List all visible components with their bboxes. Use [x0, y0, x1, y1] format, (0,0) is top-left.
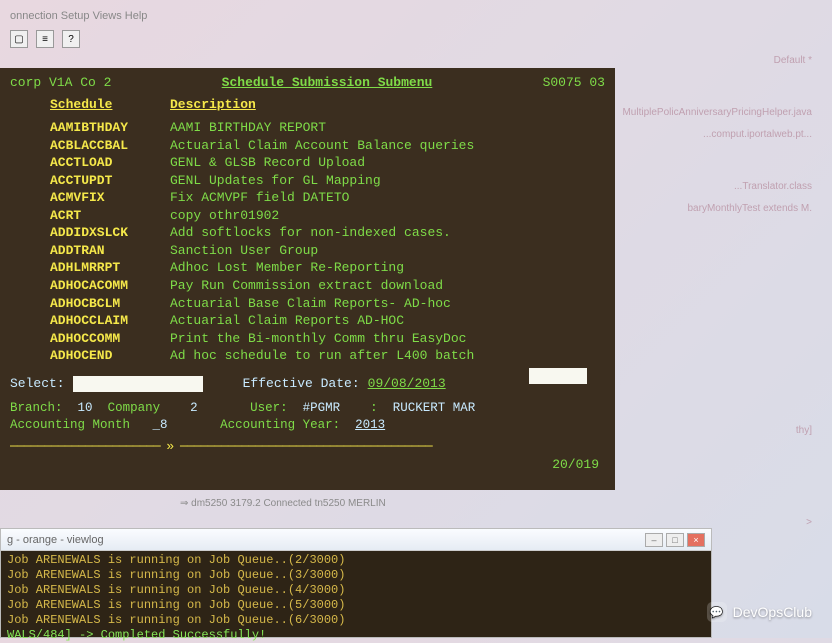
log-line: Job ARENEWALS is running on Job Queue..(… — [7, 583, 705, 598]
schedule-desc: Add softlocks for non-indexed cases. — [170, 224, 451, 242]
log-body[interactable]: Job ARENEWALS is running on Job Queue..(… — [1, 551, 711, 637]
company-value: 2 — [190, 401, 198, 415]
schedule-list: AAMIBTHDAYAAMI BIRTHDAY REPORTACBLACCBAL… — [50, 119, 605, 365]
log-success: WALS/484] -> Completed Successfully! — [7, 628, 705, 643]
system-id: corp V1A Co 2 — [10, 74, 111, 92]
company-label: Company — [108, 401, 161, 415]
column-headers: Schedule Description — [10, 96, 605, 114]
user-label: User: — [250, 401, 288, 415]
divider: ────────────────────── » ───────────────… — [10, 438, 605, 456]
chat-icon: 💬 — [707, 602, 727, 622]
more-indicator — [529, 368, 587, 384]
minimize-button[interactable]: – — [645, 533, 663, 547]
header-schedule: Schedule — [50, 96, 170, 114]
schedule-desc: Actuarial Base Claim Reports- AD-hoc — [170, 295, 451, 313]
schedule-code: ACRT — [50, 207, 170, 225]
schedule-code: ADHOCACOMM — [50, 277, 170, 295]
schedule-row[interactable]: ACCTLOADGENL & GLSB Record Upload — [50, 154, 605, 172]
acctmonth-label: Accounting Month — [10, 418, 130, 432]
close-button[interactable]: × — [687, 533, 705, 547]
screen-title: Schedule Submission Submenu — [222, 74, 433, 92]
schedule-desc: Sanction User Group — [170, 242, 318, 260]
log-window-title: g - orange - viewlog — [7, 534, 104, 546]
maximize-button[interactable]: □ — [666, 533, 684, 547]
schedule-row[interactable]: ADHOCACOMMPay Run Commission extract dow… — [50, 277, 605, 295]
effective-date-label: Effective Date: — [243, 375, 360, 393]
log-line: Job ARENEWALS is running on Job Queue..(… — [7, 568, 705, 583]
schedule-desc: Print the Bi-monthly Comm thru EasyDoc — [170, 330, 466, 348]
schedule-code: AAMIBTHDAY — [50, 119, 170, 137]
schedule-desc: Actuarial Claim Reports AD-HOC — [170, 312, 404, 330]
watermark: 💬 DevOpsClub — [707, 602, 812, 622]
toolbar-btn-1[interactable]: ▢ — [10, 30, 28, 48]
schedule-desc: AAMI BIRTHDAY REPORT — [170, 119, 326, 137]
log-line: Job ARENEWALS is running on Job Queue..(… — [7, 613, 705, 628]
terminal-window[interactable]: corp V1A Co 2 Schedule Submission Submen… — [0, 68, 615, 490]
schedule-row[interactable]: ADHOCCLAIMActuarial Claim Reports AD-HOC — [50, 312, 605, 330]
menubar[interactable]: onnection Setup Views Help — [10, 10, 147, 22]
cursor-position: 20/019 — [10, 456, 605, 474]
acctyear-value: 2013 — [355, 418, 385, 432]
branch-label: Branch: — [10, 401, 63, 415]
schedule-row[interactable]: ADDIDXSLCKAdd softlocks for non-indexed … — [50, 224, 605, 242]
schedule-code: ADHLMRRPT — [50, 259, 170, 277]
select-input[interactable] — [73, 376, 203, 392]
schedule-row[interactable]: ACMVFIXFix ACMVPF field DATETO — [50, 189, 605, 207]
schedule-code: ACMVFIX — [50, 189, 170, 207]
background-editor-text: Default * MultiplePolicAnniversaryPricin… — [622, 50, 812, 534]
schedule-row[interactable]: ACBLACCBALActuarial Claim Account Balanc… — [50, 137, 605, 155]
schedule-row[interactable]: ADHOCENDAd hoc schedule to run after L40… — [50, 347, 605, 365]
schedule-desc: Adhoc Lost Member Re-Reporting — [170, 259, 404, 277]
log-window-titlebar[interactable]: g - orange - viewlog – □ × — [1, 529, 711, 551]
select-line: Select: Effective Date: 09/08/2013 — [10, 375, 605, 393]
user-value: #PGMR — [303, 401, 341, 415]
schedule-code: ADHOCBCLM — [50, 295, 170, 313]
log-window: g - orange - viewlog – □ × Job ARENEWALS… — [0, 528, 712, 638]
schedule-desc: Actuarial Claim Account Balance queries — [170, 137, 474, 155]
effective-date-value[interactable]: 09/08/2013 — [368, 375, 446, 393]
toolbar-btn-2[interactable]: ≡ — [36, 30, 54, 48]
schedule-row[interactable]: ACCTUPDTGENL Updates for GL Mapping — [50, 172, 605, 190]
schedule-code: ADHOCCLAIM — [50, 312, 170, 330]
branch-value: 10 — [78, 401, 93, 415]
screen-code: S0075 03 — [543, 74, 605, 92]
header-description: Description — [170, 96, 256, 114]
schedule-desc: Pay Run Commission extract download — [170, 277, 443, 295]
schedule-code: ADDTRAN — [50, 242, 170, 260]
schedule-row[interactable]: ADHOCCOMMPrint the Bi-monthly Comm thru … — [50, 330, 605, 348]
schedule-code: ACCTUPDT — [50, 172, 170, 190]
schedule-code: ADDIDXSLCK — [50, 224, 170, 242]
toolbar-btn-3[interactable]: ? — [62, 30, 80, 48]
schedule-row[interactable]: AAMIBTHDAYAAMI BIRTHDAY REPORT — [50, 119, 605, 137]
schedule-row[interactable]: ACRTcopy othr01902 — [50, 207, 605, 225]
default-label: Default * — [622, 50, 812, 72]
acctmonth-value: _8 — [153, 418, 168, 432]
terminal-header: corp V1A Co 2 Schedule Submission Submen… — [10, 74, 605, 92]
schedule-code: ACBLACCBAL — [50, 137, 170, 155]
acctyear-label: Accounting Year: — [220, 418, 340, 432]
schedule-code: ADHOCCOMM — [50, 330, 170, 348]
schedule-desc: Fix ACMVPF field DATETO — [170, 189, 349, 207]
schedule-desc: GENL & GLSB Record Upload — [170, 154, 365, 172]
select-label: Select: — [10, 375, 65, 393]
watermark-text: DevOpsClub — [733, 604, 812, 620]
toolbar: ▢ ≡ ? — [10, 30, 80, 48]
schedule-code: ACCTLOAD — [50, 154, 170, 172]
schedule-row[interactable]: ADDTRANSanction User Group — [50, 242, 605, 260]
schedule-row[interactable]: ADHOCBCLMActuarial Base Claim Reports- A… — [50, 295, 605, 313]
schedule-row[interactable]: ADHLMRRPTAdhoc Lost Member Re-Reporting — [50, 259, 605, 277]
user-name: RUCKERT MAR — [393, 401, 476, 415]
schedule-code: ADHOCEND — [50, 347, 170, 365]
schedule-desc: Ad hoc schedule to run after L400 batch — [170, 347, 474, 365]
schedule-desc: GENL Updates for GL Mapping — [170, 172, 381, 190]
schedule-desc: copy othr01902 — [170, 207, 279, 225]
info-block: Branch: 10 Company 2 User: #PGMR : RUCKE… — [10, 400, 605, 434]
log-line: Job ARENEWALS is running on Job Queue..(… — [7, 598, 705, 613]
log-line: Job ARENEWALS is running on Job Queue..(… — [7, 553, 705, 568]
connection-status: ⇒ dm5250 3179.2 Connected tn5250 MERLIN — [180, 498, 386, 509]
